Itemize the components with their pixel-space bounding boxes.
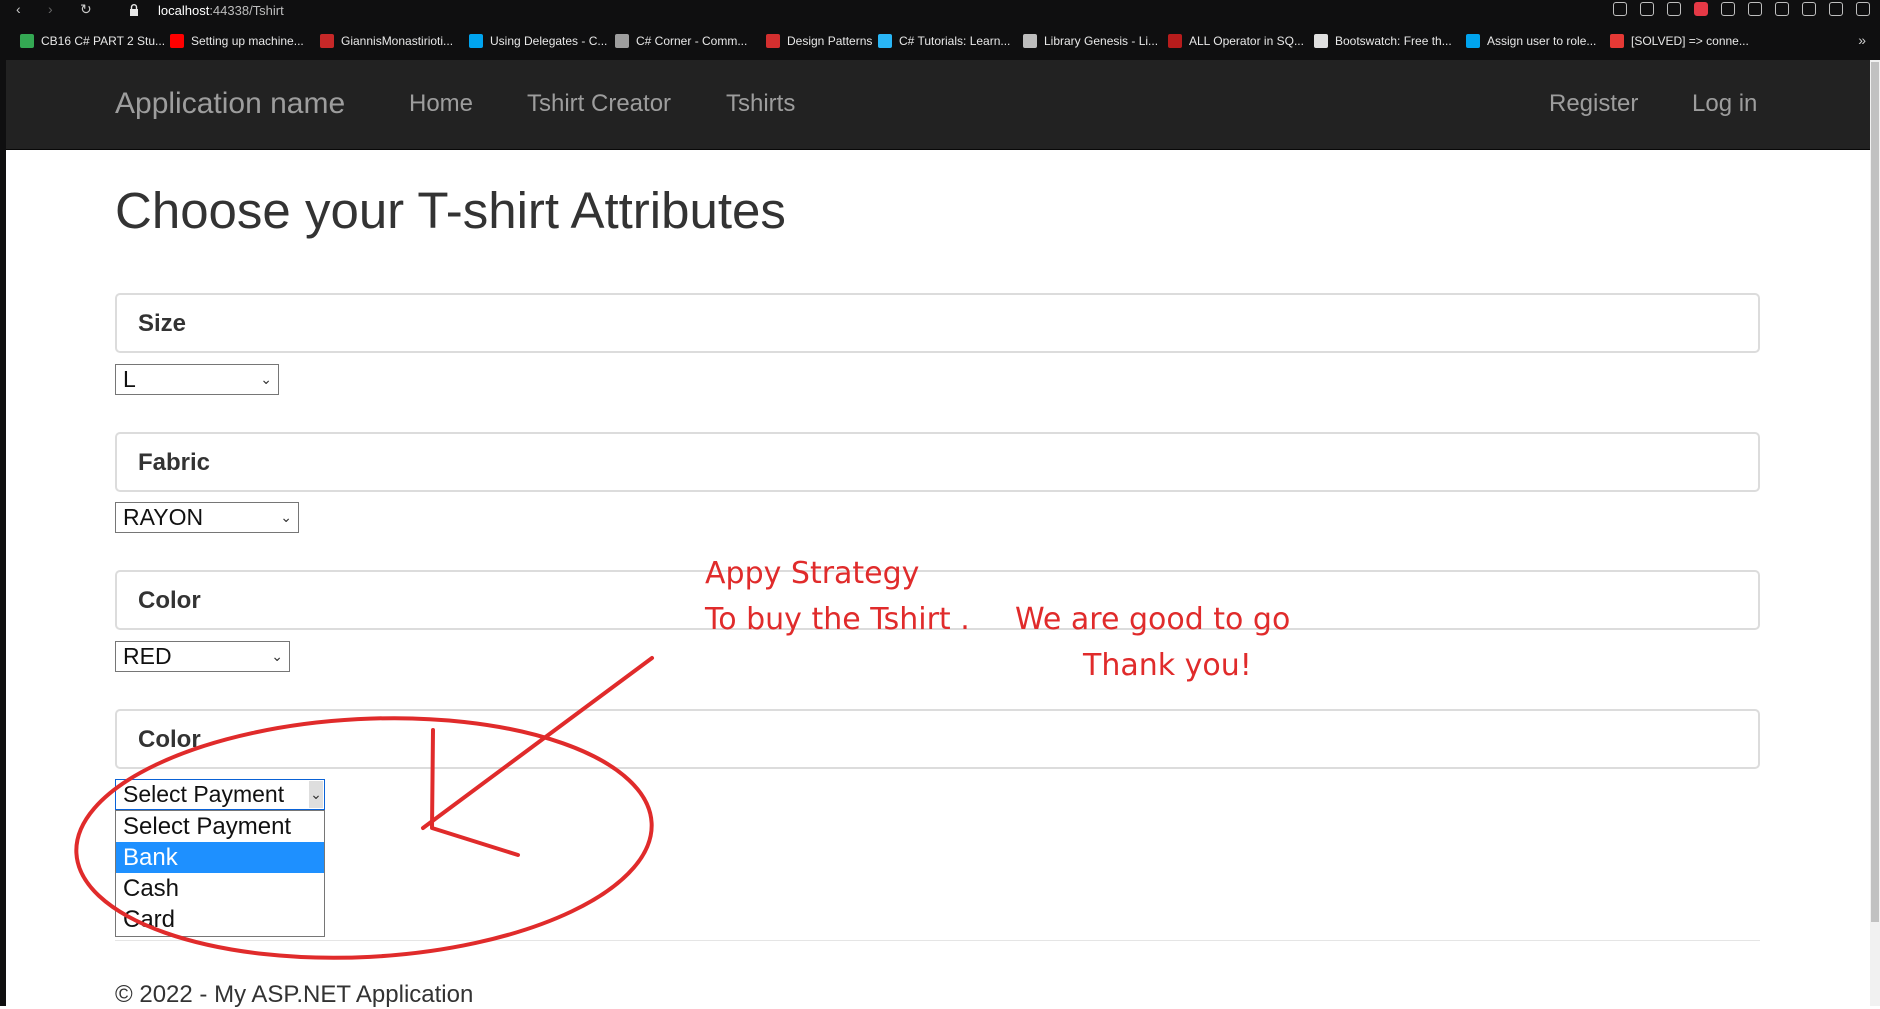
bookmark-label: [SOLVED] => conne... [1631, 34, 1749, 48]
payment-dropdown-list: Select Payment Bank Cash Card [115, 810, 325, 937]
send-icon[interactable] [1721, 2, 1735, 16]
annotation-text-3: We are good to go [1015, 602, 1291, 637]
chevron-down-icon: ⌄ [280, 509, 292, 525]
chevron-down-icon: ⌄ [260, 371, 272, 387]
heart-icon[interactable] [1748, 2, 1762, 16]
window-edge [0, 60, 6, 1006]
shield-extension-icon[interactable] [1694, 2, 1708, 16]
menu-icon[interactable] [1856, 2, 1870, 16]
payment-heading: Color [138, 726, 201, 753]
camera-icon[interactable] [1667, 2, 1681, 16]
bookmark-label: ALL Operator in SQ... [1189, 34, 1304, 48]
bookmarks-bar: CB16 C# PART 2 Stu... Setting up machine.… [0, 22, 1880, 60]
solved-favicon-icon [1610, 34, 1624, 48]
annotation-text-1: Appy Strategy [705, 556, 920, 591]
footer-text: © 2022 - My ASP.NET Application [115, 981, 474, 1008]
payment-select[interactable]: Select Payment ⌄ [115, 779, 325, 810]
bookmark-github[interactable]: GiannisMonastirioti... [320, 34, 453, 48]
bootswatch-favicon-icon [1314, 34, 1328, 48]
color-heading: Color [138, 587, 201, 614]
bookmark-assign-user[interactable]: Assign user to role... [1466, 34, 1596, 48]
bookmark-label: C# Corner - Comm... [636, 34, 748, 48]
csharp-corner-favicon-icon [615, 34, 629, 48]
back-icon[interactable]: ‹ [16, 1, 21, 17]
browser-toolbar: ‹ › ↻ localhost:44338/Tshirt [0, 0, 1880, 22]
url-path: :44338/Tshirt [209, 3, 284, 18]
fabric-select[interactable]: RAYON ⌄ [115, 502, 299, 533]
vpn-icon[interactable] [1775, 2, 1789, 16]
payment-option-cash[interactable]: Cash [116, 873, 324, 904]
bookmark-label: Assign user to role... [1487, 34, 1597, 48]
library-genesis-favicon-icon [1023, 34, 1037, 48]
bookmark-csharp-corner[interactable]: C# Corner - Comm... [615, 34, 747, 48]
zoom-icon[interactable] [1613, 2, 1627, 16]
fabric-heading: Fabric [138, 449, 211, 476]
bookmark-label: Design Patterns [787, 34, 873, 48]
size-panel: Size [115, 293, 1760, 353]
size-heading: Size [138, 310, 187, 337]
fabric-select-value: RAYON [123, 504, 204, 530]
youtube-favicon-icon [170, 34, 184, 48]
bookmark-label: C# Tutorials: Learn... [899, 34, 1011, 48]
bookmark-label: Using Delegates - C... [490, 34, 608, 48]
edit-icon[interactable] [1640, 2, 1654, 16]
page-title: Choose your T-shirt Attributes [115, 182, 786, 239]
size-select[interactable]: L ⌄ [115, 364, 279, 395]
payment-panel: Color [115, 709, 1760, 769]
microsoft-docs-favicon-icon [469, 34, 483, 48]
chevron-down-icon: ⌄ [309, 781, 323, 808]
bookmark-label: Library Genesis - Li... [1044, 34, 1159, 48]
nav-register-link[interactable]: Register [1549, 90, 1638, 118]
bookmark-bootswatch[interactable]: Bootswatch: Free th... [1314, 34, 1452, 48]
bookmark-label: Setting up machine... [191, 34, 304, 48]
design-patterns-favicon-icon [766, 34, 780, 48]
forward-icon[interactable]: › [48, 1, 53, 17]
payment-option-select[interactable]: Select Payment [116, 811, 324, 842]
annotation-text-4: Thank you! [1083, 648, 1252, 683]
payment-option-card[interactable]: Card [116, 904, 324, 935]
nav-login-link[interactable]: Log in [1692, 90, 1757, 118]
payment-select-value: Select Payment [123, 781, 285, 807]
chevron-down-icon: ⌄ [271, 648, 283, 664]
fabric-panel: Fabric [115, 432, 1760, 492]
bookmark-library-genesis[interactable]: Library Genesis - Li... [1023, 34, 1158, 48]
bookmark-sql-operator[interactable]: ALL Operator in SQ... [1168, 34, 1304, 48]
download-icon[interactable] [1829, 2, 1843, 16]
more-bookmarks-icon[interactable]: » [1858, 32, 1866, 48]
footer-divider [115, 940, 1760, 941]
csharp-tutorials-favicon-icon [878, 34, 892, 48]
bookmark-label: Bootswatch: Free th... [1335, 34, 1452, 48]
extension-icons [1613, 2, 1870, 16]
site-navbar: Application name Home Tshirt Creator Tsh… [6, 60, 1870, 150]
scrollbar-thumb[interactable] [1871, 62, 1879, 922]
size-select-value: L [123, 366, 136, 392]
annotation-text-2: To buy the Tshirt . [705, 602, 970, 637]
nav-tshirts-link[interactable]: Tshirts [726, 90, 795, 118]
url-host: localhost [158, 3, 210, 18]
brand-link[interactable]: Application name [115, 87, 345, 121]
reload-icon[interactable]: ↻ [80, 1, 92, 18]
github-favicon-icon [320, 34, 334, 48]
sql-operator-favicon-icon [1168, 34, 1182, 48]
bookmark-microsoft-docs[interactable]: Using Delegates - C... [469, 34, 607, 48]
bookmark-drive[interactable]: CB16 C# PART 2 Stu... [20, 34, 165, 48]
nav-tshirt-creator-link[interactable]: Tshirt Creator [527, 90, 671, 118]
bookmark-youtube[interactable]: Setting up machine... [170, 34, 304, 48]
cube-icon[interactable] [1802, 2, 1816, 16]
address-bar[interactable]: localhost:44338/Tshirt [158, 3, 284, 18]
bookmark-label: GiannisMonastirioti... [341, 34, 454, 48]
drive-favicon-icon [20, 34, 34, 48]
payment-option-bank[interactable]: Bank [116, 842, 324, 873]
bookmark-label: CB16 C# PART 2 Stu... [41, 34, 166, 48]
color-select[interactable]: RED ⌄ [115, 641, 290, 672]
lock-icon [130, 4, 138, 16]
assign-user-favicon-icon [1466, 34, 1480, 48]
color-select-value: RED [123, 643, 172, 669]
bookmark-design-patterns[interactable]: Design Patterns [766, 34, 872, 48]
bookmark-csharp-tutorials[interactable]: C# Tutorials: Learn... [878, 34, 1010, 48]
bookmark-solved[interactable]: [SOLVED] => conne... [1610, 34, 1749, 48]
nav-home-link[interactable]: Home [409, 90, 473, 118]
